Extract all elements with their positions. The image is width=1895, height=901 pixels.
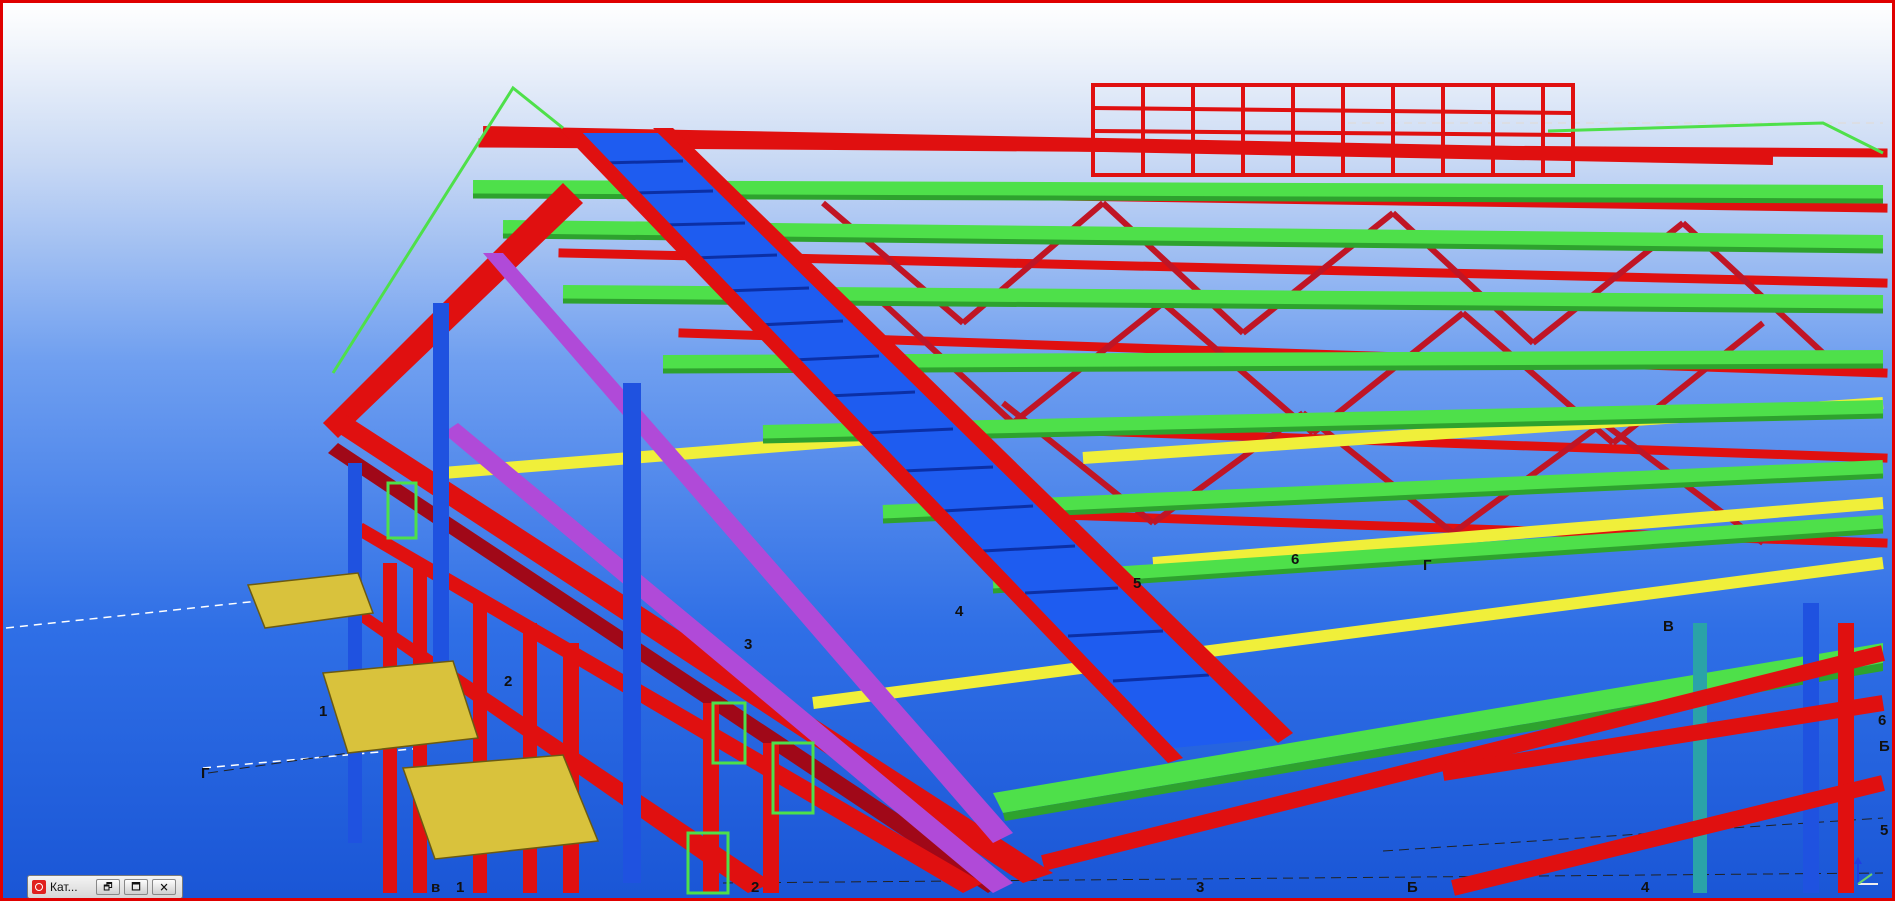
minimized-window[interactable]: Кат... 🗗 🗖 🗙	[27, 875, 183, 898]
minimized-window-title[interactable]: Кат...	[50, 880, 92, 894]
maximize-button[interactable]: 🗖	[124, 879, 148, 895]
tekla-app-icon	[32, 880, 46, 894]
grid-label-5-right: 5	[1880, 822, 1888, 839]
grid-label-1-bottom: 1	[456, 879, 464, 896]
grid-label-3-bottom: 3	[1196, 879, 1204, 896]
roof-railing	[1091, 83, 1575, 177]
grid-label-3-left: 3	[744, 636, 752, 653]
structural-model-3d-view[interactable]: Г 1 2 3 4 5 6 Г В в 1 2 3 Б 4 6 Б 5	[3, 3, 1892, 898]
grid-label-2-bottom: 2	[751, 879, 759, 896]
grid-label-6-mid: 6	[1291, 551, 1299, 568]
grid-label-b-bottom: Б	[1407, 879, 1418, 896]
grid-label-g-mid: Г	[1423, 557, 1432, 574]
grid-label-4-mid: 4	[955, 603, 964, 620]
grid-label-g-left: Г	[201, 765, 210, 782]
grid-label-6-right: 6	[1878, 712, 1886, 729]
close-button[interactable]: 🗙	[152, 879, 176, 895]
grid-label-5-mid: 5	[1133, 575, 1141, 592]
grid-label-v-bottom: в	[431, 879, 440, 896]
grid-label-v-mid: В	[1663, 618, 1674, 635]
grid-label-b-right: Б	[1879, 738, 1890, 755]
grid-label-4-bottom: 4	[1641, 879, 1650, 896]
restore-button[interactable]: 🗗	[96, 879, 120, 895]
model-viewport[interactable]: Г 1 2 3 4 5 6 Г В в 1 2 3 Б 4 6 Б 5 Кат.…	[0, 0, 1895, 901]
coordinate-axis-icon	[1854, 857, 1878, 885]
grid-label-2-left: 2	[504, 673, 512, 690]
grid-label-1-left: 1	[319, 703, 327, 720]
